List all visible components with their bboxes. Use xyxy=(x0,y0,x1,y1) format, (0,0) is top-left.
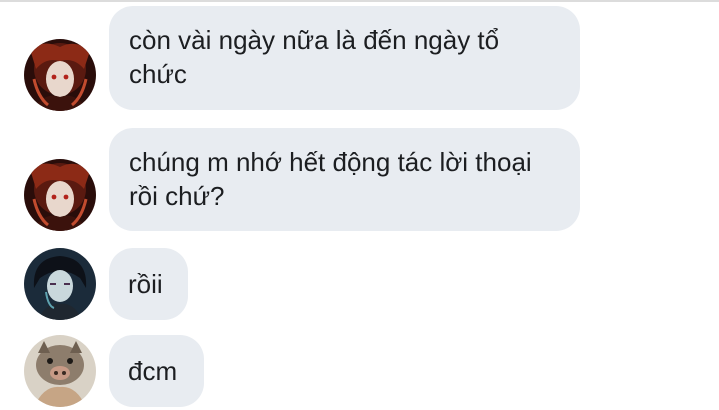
message-row: còn vài ngày nữa là đến ngày tổ chức xyxy=(0,6,719,111)
message-row: chúng m nhớ hết động tác lời thoại rồi c… xyxy=(0,128,719,231)
top-divider xyxy=(0,0,719,2)
message-bubble[interactable]: còn vài ngày nữa là đến ngày tổ chức xyxy=(109,6,580,110)
sender-avatar-red-demon[interactable] xyxy=(24,39,96,111)
sender-avatar-boar-mask[interactable] xyxy=(24,335,96,407)
message-bubble[interactable]: đcm xyxy=(109,335,204,407)
message-bubble[interactable]: chúng m nhớ hết động tác lời thoại rồi c… xyxy=(109,128,580,231)
boar-mask-portrait-icon xyxy=(24,335,96,407)
message-row: rồii xyxy=(0,248,719,320)
demon-portrait-icon xyxy=(24,39,96,111)
sender-avatar-red-demon[interactable] xyxy=(24,159,96,231)
dark-haired-portrait-icon xyxy=(24,248,96,320)
message-bubble[interactable]: rồii xyxy=(109,248,188,320)
sender-avatar-dark-haired[interactable] xyxy=(24,248,96,320)
message-row: đcm xyxy=(0,335,719,407)
demon-portrait-icon xyxy=(24,159,96,231)
